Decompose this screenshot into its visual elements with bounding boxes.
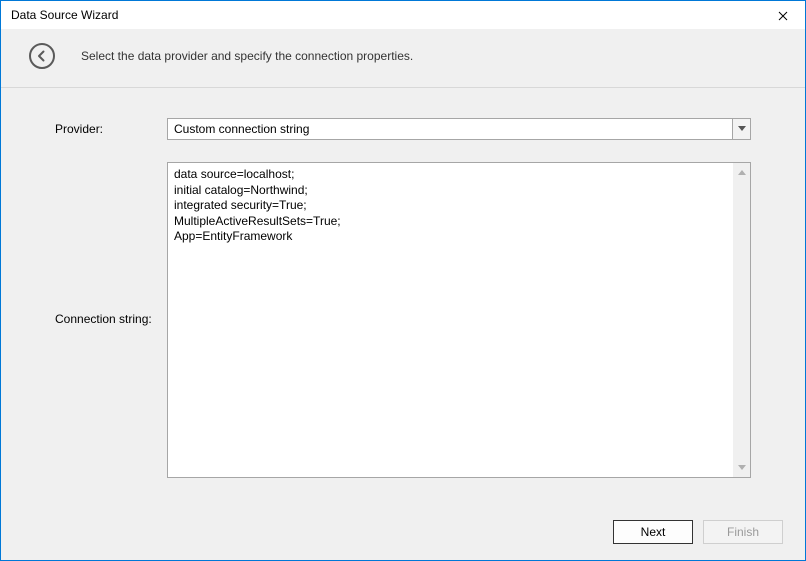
back-button[interactable] <box>29 43 55 69</box>
connection-string-textarea[interactable] <box>168 163 733 477</box>
close-icon <box>778 8 788 24</box>
textarea-scrollbar[interactable] <box>733 163 750 477</box>
connection-string-row: Connection string: <box>55 162 751 478</box>
header-instruction: Select the data provider and specify the… <box>81 49 413 63</box>
provider-selected-value: Custom connection string <box>168 119 732 139</box>
provider-row: Provider: Custom connection string <box>55 118 751 140</box>
scroll-down-icon <box>738 463 746 473</box>
next-button[interactable]: Next <box>613 520 693 544</box>
chevron-down-icon <box>738 126 746 132</box>
back-arrow-icon <box>36 50 48 62</box>
connection-string-label: Connection string: <box>55 162 167 326</box>
connection-string-field-wrap <box>167 162 751 478</box>
footer: Next Finish <box>1 510 805 560</box>
provider-label: Provider: <box>55 118 167 136</box>
titlebar: Data Source Wizard <box>1 1 805 29</box>
form-area: Provider: Custom connection string Conne… <box>1 88 805 510</box>
provider-dropdown-button[interactable] <box>732 119 750 139</box>
close-button[interactable] <box>767 3 799 29</box>
provider-combobox[interactable]: Custom connection string <box>167 118 751 140</box>
finish-button: Finish <box>703 520 783 544</box>
scroll-up-icon <box>738 167 746 177</box>
window-title: Data Source Wizard <box>11 8 118 22</box>
wizard-window: Data Source Wizard Select the data provi… <box>0 0 806 561</box>
header-row: Select the data provider and specify the… <box>1 29 805 88</box>
